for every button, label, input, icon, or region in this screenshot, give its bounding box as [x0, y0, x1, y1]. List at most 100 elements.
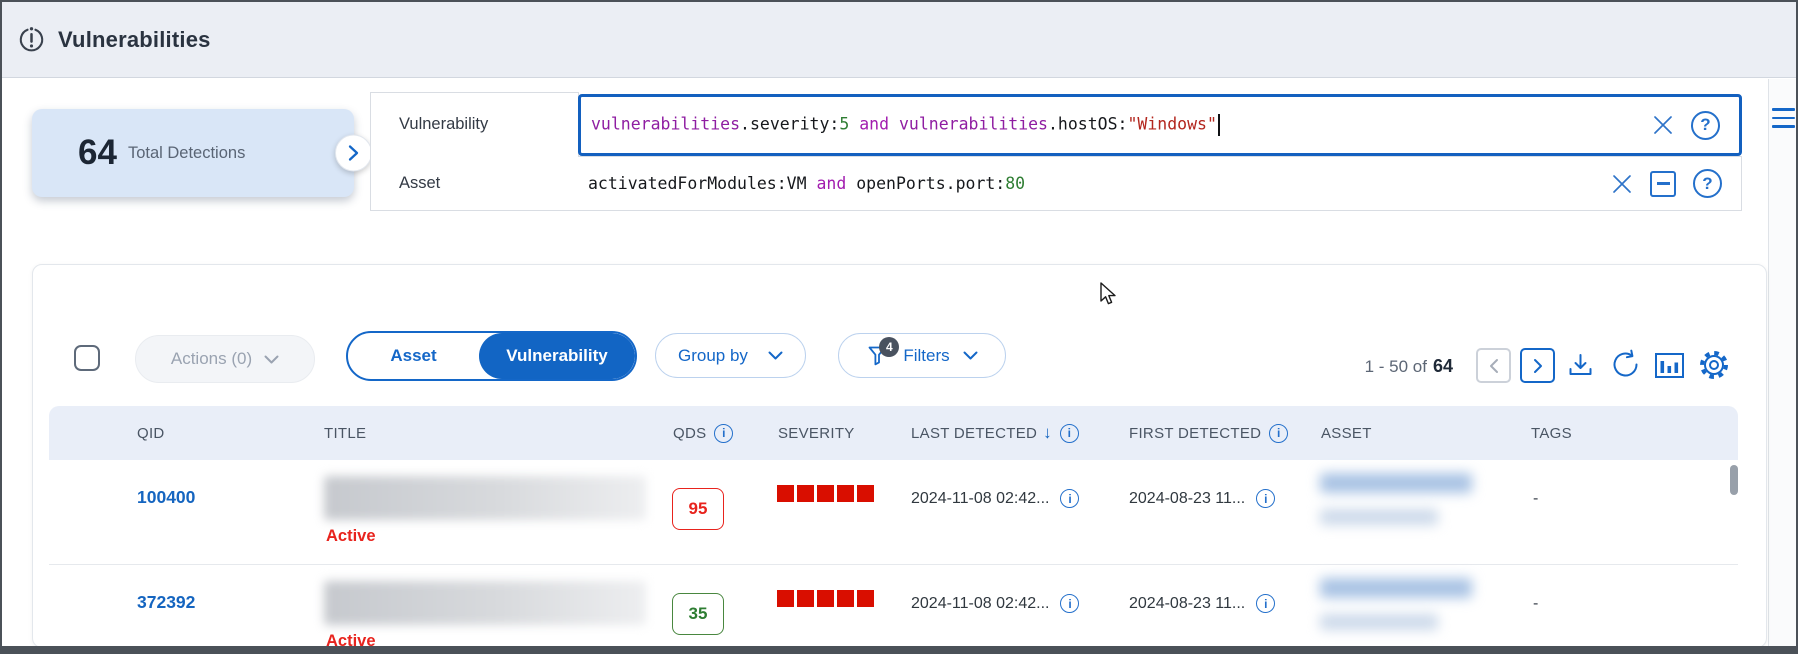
- last-detected-cell: 2024-11-08 02:42...: [905, 565, 1127, 646]
- next-page-button[interactable]: [1520, 348, 1555, 383]
- redacted-asset-line2: [1320, 614, 1438, 630]
- download-icon[interactable]: [1566, 352, 1595, 380]
- asset-cell: [1308, 460, 1520, 564]
- clear-icon[interactable]: [1611, 173, 1633, 195]
- help-icon[interactable]: [1691, 110, 1720, 140]
- asset-query-input[interactable]: activatedForModules:VM and openPorts.por…: [578, 156, 1742, 211]
- redacted-title: [324, 476, 646, 520]
- table-scrollbar-thumb[interactable]: [1730, 465, 1738, 495]
- column-header-severity[interactable]: SEVERITY: [765, 425, 905, 442]
- page-title: Vulnerabilities: [58, 26, 211, 52]
- view-toggle-asset[interactable]: Asset: [348, 333, 479, 379]
- qid-link[interactable]: 372392: [137, 592, 195, 613]
- info-icon[interactable]: [1256, 594, 1276, 613]
- first-detected-cell: 2024-08-23 11...: [1127, 565, 1308, 646]
- right-rail: [1768, 79, 1796, 646]
- row-select-cell: [49, 565, 133, 646]
- info-icon[interactable]: [1060, 594, 1080, 613]
- vulnerability-query-input[interactable]: vulnerabilities.severity:5 and vulnerabi…: [578, 94, 1742, 156]
- asset-query-value: activatedForModules:VM and openPorts.por…: [588, 174, 1026, 193]
- column-header-last_detected[interactable]: LAST DETECTED: [905, 423, 1127, 443]
- qds-cell: 95: [670, 460, 765, 564]
- severity-block: [777, 590, 794, 607]
- column-label: TITLE: [324, 424, 367, 442]
- view-toggle: Asset Vulnerability: [346, 331, 637, 381]
- qds-badge: 35: [672, 593, 724, 635]
- filters-dropdown[interactable]: 4 Filters: [838, 333, 1006, 378]
- info-icon[interactable]: [1269, 423, 1289, 443]
- severity-block: [837, 485, 854, 502]
- severity-block: [797, 485, 814, 502]
- results-panel: Actions (0) Asset Vulnerability Group by…: [32, 264, 1767, 648]
- info-icon[interactable]: [714, 423, 734, 443]
- settings-icon[interactable]: [1697, 348, 1731, 382]
- title-cell: Active: [314, 565, 670, 648]
- table-row[interactable]: 100400 Active 95 2024-11-08 02:42... 202…: [49, 460, 1738, 565]
- pagination-info: 1 - 50 of 64: [1303, 354, 1453, 379]
- actions-dropdown[interactable]: Actions (0): [135, 335, 315, 383]
- qds-badge: 95: [672, 488, 724, 530]
- last-detected-value: 2024-11-08 02:42...: [911, 595, 1050, 612]
- status-badge: Active: [326, 527, 376, 545]
- redacted-title: [324, 581, 646, 625]
- column-label: QID: [137, 424, 165, 442]
- first-detected-cell: 2024-08-23 11...: [1127, 460, 1308, 564]
- vulnerabilities-icon: [18, 26, 45, 53]
- clear-icon[interactable]: [1652, 114, 1674, 136]
- next-icon: [1533, 358, 1542, 373]
- group-by-dropdown[interactable]: Group by: [655, 333, 806, 378]
- actions-label: Actions (0): [170, 349, 253, 368]
- refresh-icon[interactable]: [1610, 349, 1641, 380]
- column-label: FIRST DETECTED: [1129, 424, 1262, 442]
- expand-summary-button[interactable]: [335, 134, 372, 172]
- status-badge: Active: [326, 632, 376, 648]
- severity-block: [777, 485, 794, 502]
- severity-block: [817, 590, 834, 607]
- first-detected-value: 2024-08-23 11...: [1129, 490, 1246, 507]
- severity-cell: [765, 460, 905, 564]
- column-header-qid[interactable]: QID: [133, 425, 314, 442]
- prev-icon: [1489, 358, 1498, 373]
- chevron-down-icon: [264, 355, 279, 363]
- asset-query-label: Asset: [370, 156, 579, 211]
- last-detected-cell: 2024-11-08 02:42...: [905, 460, 1127, 564]
- severity-cell: [765, 565, 905, 646]
- remove-row-icon[interactable]: [1650, 170, 1676, 197]
- qds-cell: 35: [670, 565, 765, 646]
- chevron-down-icon: [963, 351, 978, 360]
- title-cell: Active: [314, 460, 670, 564]
- qid-cell: 372392: [133, 565, 314, 646]
- table-header: QID TITLE QDS SEVERITY LAST DETECTED FIRST DE…: [49, 406, 1738, 460]
- tags-value: -: [1533, 595, 1539, 612]
- chevron-down-icon: [768, 351, 783, 360]
- prev-page-button[interactable]: [1476, 348, 1511, 383]
- column-label: SEVERITY: [778, 424, 855, 442]
- severity-block: [837, 590, 854, 607]
- sort-desc-icon[interactable]: [1043, 423, 1052, 443]
- help-icon[interactable]: [1693, 169, 1722, 198]
- column-header-asset[interactable]: ASSET: [1308, 425, 1520, 442]
- column-header-title[interactable]: TITLE: [314, 425, 670, 442]
- first-detected-value: 2024-08-23 11...: [1129, 595, 1246, 612]
- info-icon[interactable]: [1060, 489, 1080, 508]
- view-toggle-vulnerability[interactable]: Vulnerability: [479, 333, 635, 379]
- info-icon[interactable]: [1256, 489, 1276, 508]
- column-header-tags[interactable]: TAGS: [1520, 425, 1738, 442]
- group-by-label: Group by: [678, 345, 748, 365]
- select-all-checkbox[interactable]: [74, 345, 100, 371]
- column-header-qds[interactable]: QDS: [670, 423, 765, 443]
- qid-link[interactable]: 100400: [137, 487, 195, 508]
- chart-icon[interactable]: [1654, 352, 1685, 379]
- info-icon[interactable]: [1059, 423, 1079, 443]
- filters-count-badge: 4: [879, 336, 900, 357]
- column-header-first_detected[interactable]: FIRST DETECTED: [1127, 423, 1308, 443]
- table-row[interactable]: 372392 Active 35 2024-11-08 02:42... 202…: [49, 565, 1738, 648]
- menu-icon[interactable]: [1772, 108, 1795, 134]
- column-label: TAGS: [1531, 424, 1572, 442]
- total-detections-card: 64 Total Detections: [32, 109, 372, 197]
- total-detections-label: Total Detections: [127, 143, 246, 162]
- vulnerability-query-value: vulnerabilities.severity:5 and vulnerabi…: [591, 114, 1220, 136]
- text-caret: [1217, 114, 1220, 136]
- pagination-range: 1 - 50 of: [1364, 357, 1427, 376]
- redacted-asset: [1320, 578, 1472, 598]
